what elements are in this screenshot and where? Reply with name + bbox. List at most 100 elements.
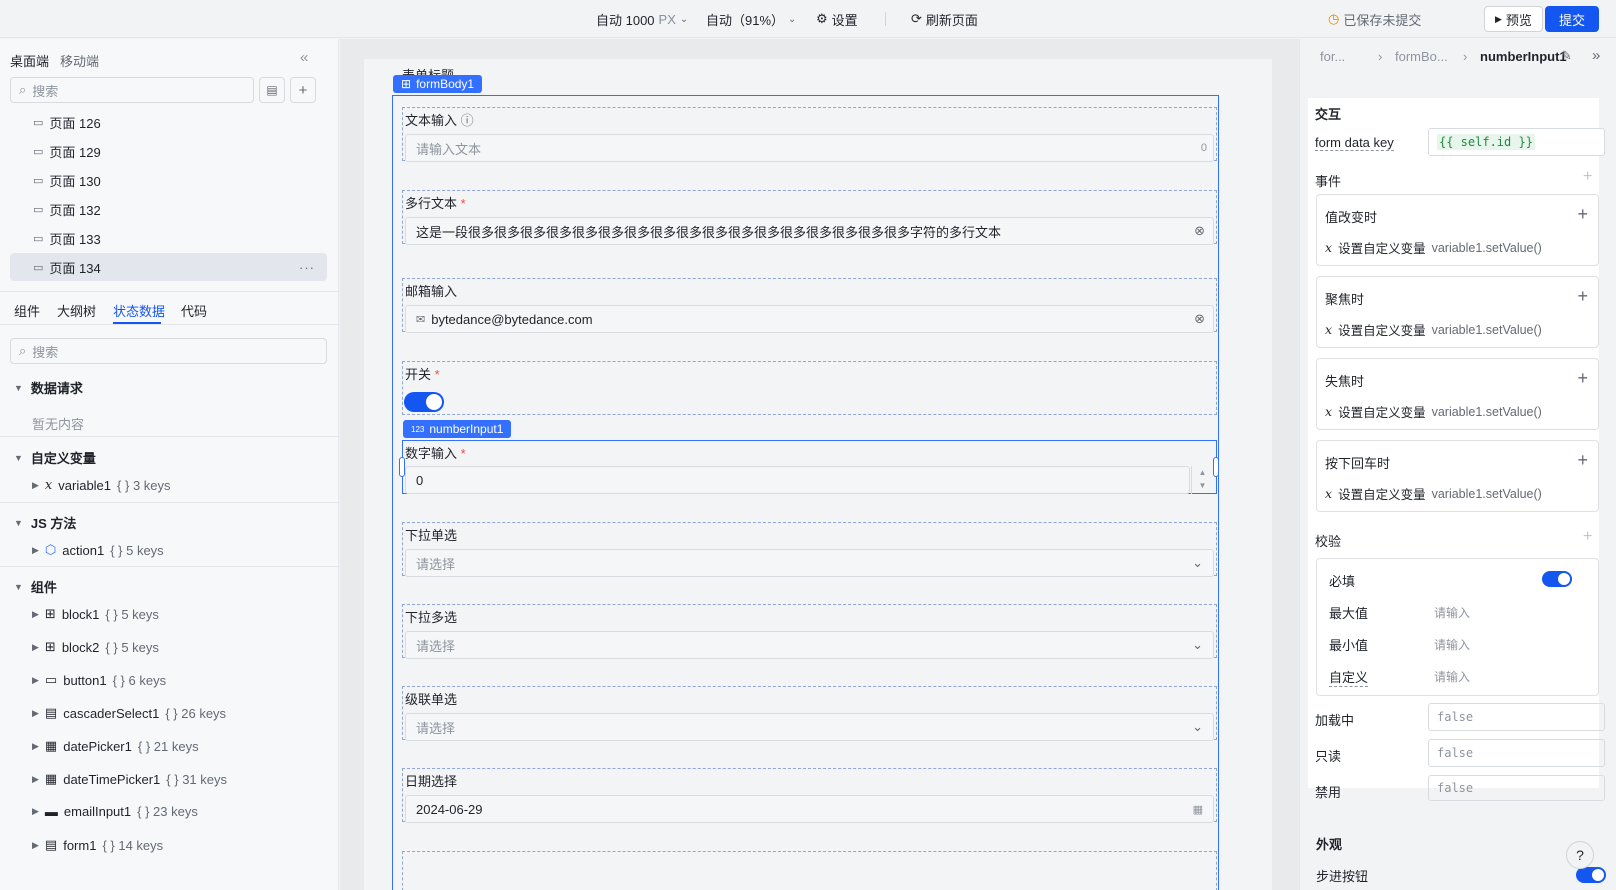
clear-icon[interactable]: ⊗ <box>1194 223 1205 239</box>
tree-item-component[interactable]: ▶ ▦ dateTimePicker1{ } 31 keys <box>32 771 227 787</box>
section-custom-var[interactable]: ▼ 自定义变量 <box>14 448 96 467</box>
number-input-tag[interactable]: 123 numberInput1 <box>403 420 512 438</box>
tab-outline[interactable]: 大纲树 <box>57 301 96 320</box>
page-item[interactable]: ▭ 页面 129 <box>10 137 327 165</box>
loading-input[interactable]: false <box>1428 703 1605 731</box>
readonly-input[interactable]: false <box>1428 739 1605 767</box>
preview-button[interactable]: ▶ 预览 <box>1484 6 1543 32</box>
monitor-icon: ▭ <box>33 145 44 158</box>
event-action[interactable]: 𝑥 设置自定义变量 variable1.setValue() <box>1325 238 1542 257</box>
email-input-field[interactable]: 邮箱输入 ✉ bytedance@bytedance.com ⊗ <box>402 278 1217 333</box>
refresh-page-button[interactable]: ⟳ 刷新页面 <box>911 0 978 38</box>
tree-item-method[interactable]: ▶ ⬡ action1{ } 5 keys <box>32 542 164 558</box>
multiselect-field[interactable]: 下拉多选 请选择 ⌄ <box>402 604 1217 659</box>
edit-icon[interactable]: ✎ <box>1561 48 1572 64</box>
event-action[interactable]: 𝑥 设置自定义变量 variable1.setValue() <box>1325 320 1542 339</box>
event-action[interactable]: 𝑥 设置自定义变量 variable1.setValue() <box>1325 402 1542 421</box>
min-input[interactable]: 请输入 <box>1434 636 1470 653</box>
select-input[interactable]: 请选择 ⌄ <box>405 549 1214 577</box>
tree-item-component[interactable]: ▶ ⊞ block2{ } 5 keys <box>32 639 159 655</box>
date-input[interactable]: 2024-06-29 ▦ <box>405 795 1214 823</box>
tree-item-variable[interactable]: ▶ 𝑥 variable1{ } 3 keys <box>32 478 171 493</box>
plus-icon[interactable]: + <box>1577 450 1588 471</box>
clear-icon[interactable]: ⊗ <box>1194 311 1205 327</box>
switch-toggle[interactable] <box>404 392 444 412</box>
event-action[interactable]: 𝑥 设置自定义变量 variable1.setValue() <box>1325 484 1542 503</box>
variable-icon: 𝑥 <box>1325 322 1333 337</box>
date-picker-field[interactable]: 日期选择 2024-06-29 ▦ <box>402 768 1217 823</box>
event-card: 值改变时 + 𝑥 设置自定义变量 variable1.setValue() <box>1316 194 1599 266</box>
form-data-key-input[interactable]: {{ self.id }} <box>1428 128 1605 156</box>
add-event-icon[interactable]: + <box>1583 168 1592 186</box>
form-icon: ▤ <box>44 837 58 852</box>
chevron-up-icon[interactable]: ▲ <box>1192 466 1213 479</box>
resize-handle-right[interactable] <box>1213 457 1219 477</box>
text-input[interactable]: 请输入文本 0 <box>405 134 1214 162</box>
stepper-toggle[interactable] <box>1576 867 1606 883</box>
disabled-input[interactable]: false <box>1428 775 1605 801</box>
cascader-field[interactable]: 级联单选 请选择 ⌄ <box>402 686 1217 741</box>
tree-item-component[interactable]: ▶ ▬ emailInput1{ } 23 keys <box>32 804 198 819</box>
number-input-field[interactable]: 数字输入 * 0 ▲ ▼ <box>399 440 1219 494</box>
switch-field[interactable]: 开关 * <box>402 361 1217 415</box>
page-item[interactable]: ▭ 页面 130 <box>10 166 327 194</box>
page-item-selected[interactable]: ▭ 页面 134 ··· <box>10 253 327 281</box>
expand-panel-icon[interactable]: » <box>1592 47 1600 64</box>
tree-item-component[interactable]: ▶ ▦ datePicker1{ } 21 keys <box>32 738 199 754</box>
tree-item-component[interactable]: ▶ ▭ button1{ } 6 keys <box>32 672 166 688</box>
settings-button[interactable]: ⚙ 设置 <box>816 0 858 38</box>
cascader-input[interactable]: 请选择 ⌄ <box>405 713 1214 741</box>
form-body-tag[interactable]: ⊞ formBody1 <box>393 75 483 93</box>
calendar-icon[interactable]: ▦ <box>1193 803 1203 816</box>
page-item[interactable]: ▭ 页面 133 <box>10 224 327 252</box>
collapse-panel-icon[interactable]: « <box>300 49 308 66</box>
tree-item-component[interactable]: ▶ ▤ form1{ } 14 keys <box>32 837 163 853</box>
section-js-method[interactable]: ▼ JS 方法 <box>14 513 76 532</box>
save-status: ◷ 已保存未提交 <box>1328 11 1422 28</box>
max-input[interactable]: 请输入 <box>1434 604 1470 621</box>
chevron-down-icon[interactable]: ▼ <box>1192 479 1213 492</box>
plus-icon[interactable]: + <box>1577 204 1588 225</box>
page-search-input[interactable]: ⌕ 搜索 <box>10 77 254 103</box>
select-field[interactable]: 下拉单选 请选择 ⌄ <box>402 522 1217 577</box>
add-page-button[interactable]: + <box>290 77 316 103</box>
section-components[interactable]: ▼ 组件 <box>14 577 57 596</box>
submit-button[interactable]: 提交 <box>1545 6 1600 32</box>
page-template-button[interactable]: ▤ <box>259 77 285 103</box>
breadcrumb-item[interactable]: formBo... <box>1395 49 1448 64</box>
resize-handle-left[interactable] <box>399 457 405 477</box>
help-icon[interactable]: ? <box>1566 841 1594 869</box>
plus-icon[interactable]: + <box>1577 368 1588 389</box>
next-field[interactable] <box>402 851 1217 890</box>
multiline-textarea[interactable]: 这是一段很多很多很多很多很多很多很多很多很多很多很多很多很多很多很多很多很多字符… <box>405 217 1214 245</box>
tree-item-component[interactable]: ▶ ⊞ block1{ } 5 keys <box>32 606 159 622</box>
design-canvas[interactable]: 表单标题 ⊞formBody1 文本输入 ⓘ 请输入文本 0 多行文本 * 这是… <box>340 39 1299 890</box>
required-toggle[interactable] <box>1542 571 1572 587</box>
multiselect-input[interactable]: 请选择 ⌄ <box>405 631 1214 659</box>
tab-desktop[interactable]: 桌面端 <box>10 51 49 70</box>
monitor-icon: ▭ <box>33 116 44 129</box>
more-icon[interactable]: ··· <box>299 260 315 275</box>
multiline-text-field[interactable]: 多行文本 * 这是一段很多很多很多很多很多很多很多很多很多很多很多很多很多很多很… <box>402 190 1217 245</box>
tab-state-data[interactable]: 状态数据 <box>113 301 165 320</box>
plus-icon[interactable]: + <box>1577 286 1588 307</box>
tree-item-component[interactable]: ▶ ▤ cascaderSelect1{ } 26 keys <box>32 705 226 721</box>
number-input[interactable]: 0 <box>405 466 1190 494</box>
breadcrumb-item[interactable]: for... <box>1320 49 1345 64</box>
text-input-field[interactable]: 文本输入 ⓘ 请输入文本 0 <box>402 107 1217 162</box>
add-validation-icon[interactable]: + <box>1583 528 1592 546</box>
state-search-input[interactable]: ⌕ 搜索 <box>10 338 327 364</box>
datetime-icon: ▦ <box>44 771 58 786</box>
zoom-select[interactable]: 自动（91%） ⌄ <box>706 0 796 38</box>
number-stepper[interactable]: ▲ ▼ <box>1191 466 1213 494</box>
page-item[interactable]: ▭ 页面 132 <box>10 195 327 223</box>
tab-code[interactable]: 代码 <box>181 301 207 320</box>
section-data-request[interactable]: ▼ 数据请求 <box>14 378 83 397</box>
grid-icon: ⊞ <box>44 606 56 621</box>
page-item[interactable]: ▭ 页面 126 <box>10 108 327 136</box>
tab-components[interactable]: 组件 <box>14 301 40 320</box>
email-input[interactable]: ✉ bytedance@bytedance.com ⊗ <box>405 305 1214 333</box>
canvas-width-select[interactable]: 自动 1000 PX ⌄ <box>596 0 688 38</box>
tab-mobile[interactable]: 移动端 <box>60 51 99 70</box>
custom-input[interactable]: 请输入 <box>1434 668 1470 685</box>
